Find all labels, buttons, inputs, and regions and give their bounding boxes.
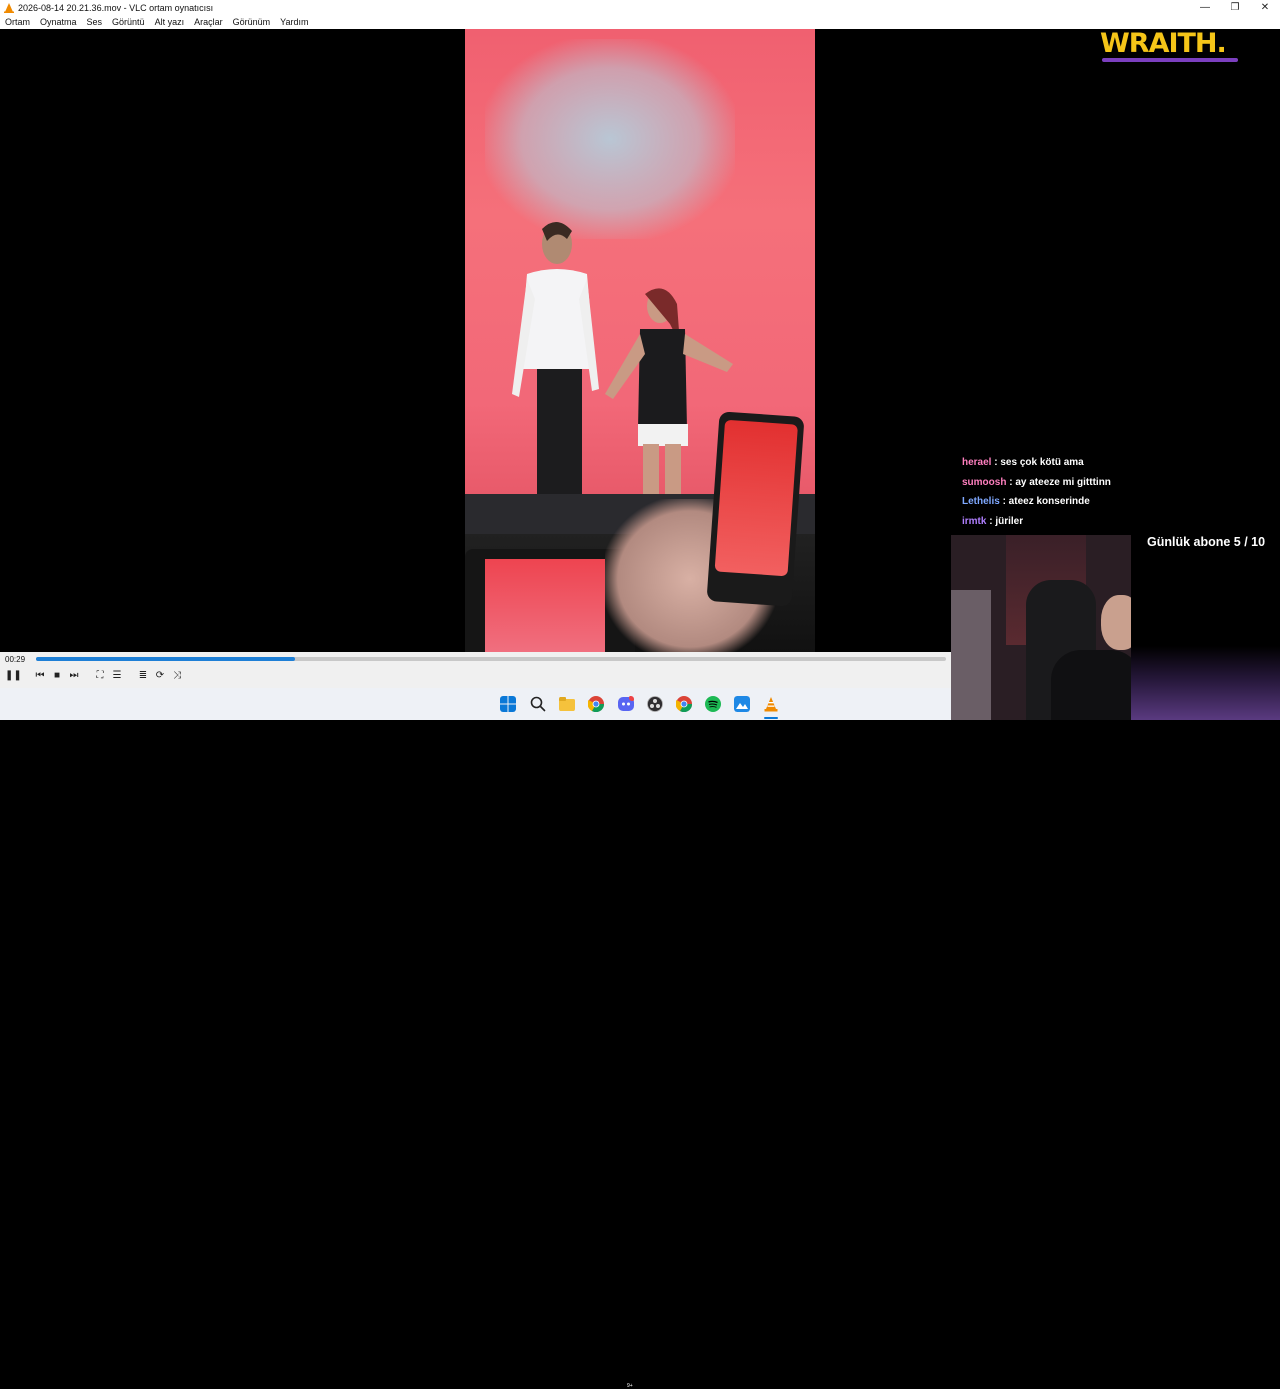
player-controls: 00:29 ❚❚ ⏮ ■ ⏭ ⛶ ☰ ≣ ⟳ ⤨ [0, 652, 951, 688]
chat-username: irmtk [962, 515, 987, 527]
vlc-icon[interactable] [763, 696, 779, 712]
playlist-button[interactable]: ≣ [136, 669, 150, 683]
chrome-icon[interactable] [676, 696, 692, 712]
close-button[interactable]: ✕ [1250, 2, 1280, 13]
loop-button[interactable]: ⟳ [153, 669, 167, 683]
shuffle-button[interactable]: ⤨ [170, 669, 184, 683]
restore-button[interactable]: ❐ [1220, 2, 1250, 13]
sub-goal-counter: Günlük abone 5 / 10 [1147, 535, 1266, 549]
photos-icon[interactable] [734, 696, 750, 712]
chat-username: herael [962, 457, 992, 468]
chat-message: irmtk : jüriler [962, 514, 1262, 534]
previous-button[interactable]: ⏮ [33, 669, 47, 683]
menu-alt-yazi[interactable]: Alt yazı [150, 17, 190, 27]
menu-ortam[interactable]: Ortam [0, 17, 35, 27]
window-title: 2026-08-14 20.21.36.mov - VLC ortam oyna… [18, 2, 214, 13]
discord-badge: 9+ [627, 1383, 633, 1389]
seek-progress [36, 657, 296, 661]
wraith-logo: WRAITH. [1100, 28, 1227, 59]
chat-text: : ses çok kötü ama [994, 457, 1084, 468]
chrome-icon[interactable] [588, 696, 604, 712]
discord-icon[interactable] [618, 696, 634, 712]
obs-icon[interactable] [647, 696, 663, 712]
chat-username: sumoosh [962, 476, 1007, 488]
seek-bar[interactable] [36, 657, 946, 661]
menu-araclar[interactable]: Araçlar [189, 17, 228, 27]
menu-yardim[interactable]: Yardım [275, 17, 313, 27]
fullscreen-button[interactable]: ⛶ [93, 669, 107, 683]
stop-button[interactable]: ■ [50, 669, 64, 683]
spotify-icon[interactable] [705, 696, 721, 712]
next-button[interactable]: ⏭ [67, 669, 81, 683]
active-app-indicator [764, 717, 778, 719]
chat-message: herael : ses çok kötü ama [962, 455, 1262, 475]
taskbar: 9+ [0, 688, 951, 1389]
menu-oynatma[interactable]: Oynatma [35, 17, 82, 27]
menu-bar: Ortam Oynatma Ses Görüntü Alt yazı Araçl… [0, 15, 1280, 29]
logo-underline [1102, 58, 1238, 62]
search-icon[interactable] [530, 696, 546, 712]
menu-gorunum[interactable]: Görünüm [228, 17, 276, 27]
video-frame [465, 29, 815, 652]
chat-message: sumoosh : ay ateeze mi gitttinn [962, 475, 1262, 495]
pause-button[interactable]: ❚❚ [5, 669, 22, 683]
performer-male [512, 221, 599, 499]
chat-username: Lethelis [962, 496, 1000, 507]
window-titlebar: 2026-08-14 20.21.36.mov - VLC ortam oyna… [0, 0, 1280, 15]
minimize-button[interactable]: — [1190, 2, 1220, 13]
chat-message: Lethelis : ateez konserinde [962, 494, 1262, 514]
webcam-background [1131, 535, 1280, 720]
audience-phone [706, 411, 805, 607]
chat-overlay: herael : ses çok kötü ama sumoosh : ay a… [962, 455, 1262, 533]
chat-text: : ateez konserinde [1002, 496, 1090, 507]
menu-goruntu[interactable]: Görüntü [107, 17, 150, 27]
elapsed-time: 00:29 [5, 655, 26, 664]
file-explorer-icon[interactable] [559, 696, 575, 712]
extended-settings-button[interactable]: ☰ [110, 669, 124, 683]
chat-text: : jüriler [989, 515, 1024, 527]
windows-start-icon[interactable] [500, 696, 516, 712]
vlc-cone-icon [4, 2, 14, 13]
webcam-feed [951, 535, 1131, 720]
chat-text: : ay ateeze mi gitttinn [1009, 476, 1111, 488]
menu-ses[interactable]: Ses [82, 17, 108, 27]
